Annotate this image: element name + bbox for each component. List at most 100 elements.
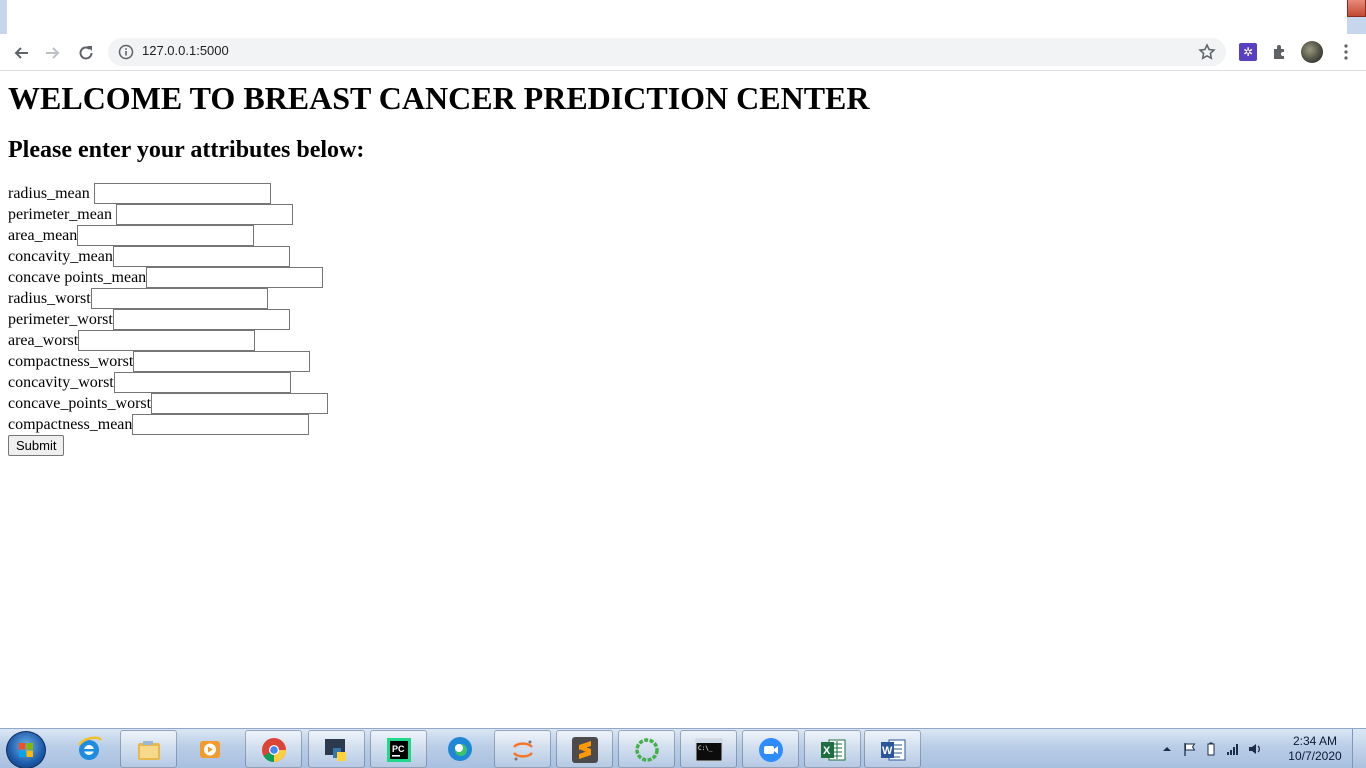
action-center-flag-icon[interactable] — [1182, 742, 1196, 756]
volume-icon[interactable] — [1248, 742, 1262, 756]
field-label: concave points_mean — [8, 268, 147, 286]
anaconda-icon — [635, 738, 659, 762]
form-row: concavity_mean — [8, 246, 328, 267]
edge-icon — [448, 737, 472, 761]
taskbar-anaconda[interactable] — [618, 730, 675, 768]
python-idle-icon — [325, 739, 346, 761]
taskbar-zoom[interactable] — [742, 730, 799, 768]
svg-text:C:\_: C:\_ — [698, 745, 713, 752]
file-explorer-icon — [138, 741, 160, 760]
taskbar-file-explorer[interactable] — [120, 730, 177, 768]
taskbar-jupyter[interactable] — [494, 730, 551, 768]
extension-icon[interactable]: ✲ — [1239, 43, 1257, 61]
compactness-worst-input[interactable] — [133, 351, 311, 372]
forward-button[interactable] — [42, 42, 64, 64]
svg-text:W: W — [882, 745, 893, 757]
prediction-form: radius_mean perimeter_mean area_mean con… — [8, 183, 329, 456]
taskbar-media-player[interactable] — [182, 730, 239, 768]
excel-icon: X — [821, 739, 846, 761]
windows-taskbar: PC C:\_ X W 2:34 AM 10/7/2020 — [0, 728, 1366, 768]
chrome-icon — [262, 738, 286, 762]
form-row: compactness_worst — [8, 351, 328, 372]
concave-points-mean-input[interactable] — [146, 267, 324, 288]
zoom-icon — [759, 738, 783, 762]
bookmark-star-icon[interactable] — [1198, 43, 1216, 61]
form-row: radius_mean — [8, 183, 328, 204]
field-label: compactness_worst — [8, 352, 134, 370]
windows-logo-icon — [19, 743, 33, 757]
page-content: WELCOME TO BREAST CANCER PREDICTION CENT… — [0, 71, 1366, 728]
page-subtitle: Please enter your attributes below: — [8, 137, 365, 163]
submit-button[interactable]: Submit — [8, 435, 65, 456]
field-label: compactness_mean — [8, 415, 133, 433]
radius-worst-input[interactable] — [90, 288, 268, 309]
form-row: radius_worst — [8, 288, 328, 309]
taskbar-python-idle[interactable] — [308, 730, 365, 768]
form-row: area_worst — [8, 330, 328, 351]
battery-icon[interactable] — [1204, 742, 1218, 756]
taskbar-pycharm[interactable]: PC — [370, 730, 427, 768]
window-close-button[interactable] — [1347, 0, 1366, 17]
field-label: radius_mean — [8, 184, 90, 202]
area-worst-input[interactable] — [78, 330, 256, 351]
start-button[interactable] — [6, 731, 46, 768]
form-row: concavity_worst — [8, 372, 328, 393]
system-tray — [1160, 737, 1262, 761]
forward-arrow-icon — [46, 47, 60, 59]
taskbar-sublime-text[interactable] — [556, 730, 613, 768]
more-menu-icon[interactable] — [1340, 43, 1352, 61]
perimeter-worst-input[interactable] — [112, 309, 290, 330]
taskbar-edge[interactable] — [432, 730, 489, 768]
taskbar-word[interactable]: W — [864, 730, 921, 768]
sublime-text-icon — [572, 737, 598, 763]
network-signal-icon[interactable] — [1226, 742, 1240, 756]
reload-icon — [79, 46, 93, 60]
field-label: perimeter_worst — [8, 310, 113, 328]
svg-text:PC: PC — [392, 744, 405, 754]
taskbar-excel[interactable]: X — [804, 730, 861, 768]
perimeter-mean-input[interactable] — [115, 204, 293, 225]
area-mean-input[interactable] — [77, 225, 255, 246]
radius-mean-input[interactable] — [93, 183, 271, 204]
window-frame-left — [0, 0, 7, 34]
browser-toolbar: 127.0.0.1:5000 ✲ — [0, 34, 1366, 71]
taskbar-clock[interactable]: 2:34 AM 10/7/2020 — [1282, 734, 1348, 764]
url-text[interactable]: 127.0.0.1:5000 — [142, 43, 229, 58]
taskbar-internet-explorer[interactable] — [61, 730, 118, 768]
concave-points-worst-input[interactable] — [151, 393, 329, 414]
show-hidden-icons-icon[interactable] — [1160, 742, 1174, 756]
back-arrow-icon — [14, 47, 28, 59]
form-row: compactness_mean — [8, 414, 328, 435]
form-row: concave points_mean — [8, 267, 328, 288]
taskbar-chrome[interactable] — [245, 730, 302, 768]
word-icon: W — [881, 739, 906, 761]
jupyter-icon — [513, 740, 533, 761]
address-bar[interactable]: 127.0.0.1:5000 — [108, 38, 1226, 66]
pycharm-icon: PC — [387, 738, 411, 762]
taskbar-command-prompt[interactable]: C:\_ — [680, 730, 737, 768]
form-row: perimeter_worst — [8, 309, 328, 330]
concavity-worst-input[interactable] — [113, 372, 291, 393]
concavity-mean-input[interactable] — [112, 246, 290, 267]
internet-explorer-icon — [78, 736, 103, 760]
back-button[interactable] — [10, 42, 32, 64]
page-title: WELCOME TO BREAST CANCER PREDICTION CENT… — [8, 80, 870, 116]
site-info-icon[interactable] — [118, 44, 134, 60]
window-title-bar — [0, 0, 1366, 34]
clock-date: 10/7/2020 — [1288, 749, 1342, 763]
field-label: concave_points_worst — [8, 394, 152, 412]
compactness-mean-input[interactable] — [132, 414, 310, 435]
form-row: perimeter_mean — [8, 204, 328, 225]
field-label: area_worst — [8, 331, 79, 349]
show-desktop-button[interactable] — [1352, 729, 1366, 768]
field-label: concavity_worst — [8, 373, 114, 391]
reload-button[interactable] — [75, 42, 97, 64]
extensions-puzzle-icon[interactable] — [1271, 43, 1289, 61]
svg-text:X: X — [823, 745, 831, 757]
field-label: concavity_mean — [8, 247, 113, 265]
field-label: radius_worst — [8, 289, 91, 307]
profile-avatar[interactable] — [1301, 41, 1323, 63]
clock-time: 2:34 AM — [1292, 734, 1338, 748]
field-label: perimeter_mean — [8, 205, 112, 223]
form-row: area_mean — [8, 225, 328, 246]
